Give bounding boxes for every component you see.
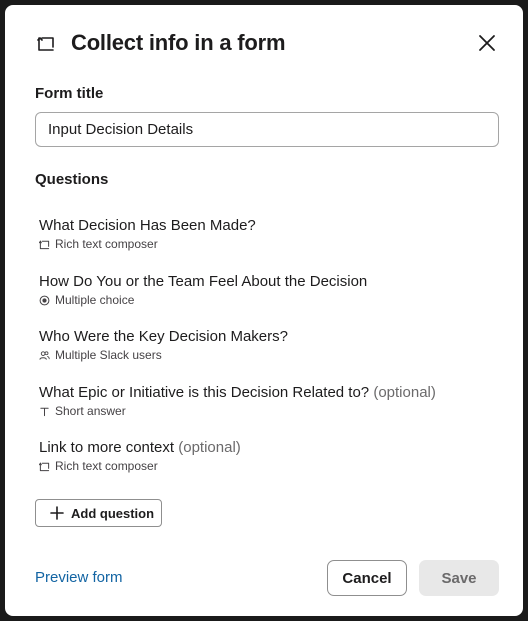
cancel-button[interactable]: Cancel <box>327 560 407 596</box>
add-question-button[interactable]: Add question <box>35 499 162 527</box>
question-item[interactable]: Who Were the Key Decision Makers? Multip… <box>39 328 503 362</box>
text-icon <box>40 407 49 416</box>
modal-header: Collect info in a form <box>35 30 499 57</box>
form-title-label: Form title <box>35 85 104 102</box>
preview-form-link[interactable]: Preview form <box>35 569 123 586</box>
close-icon[interactable] <box>475 31 499 55</box>
question-item[interactable]: What Decision Has Been Made? Rich text c… <box>39 217 503 251</box>
question-title: What Epic or Initiative is this Decision… <box>39 384 370 401</box>
question-title: What Decision Has Been Made? <box>39 217 256 234</box>
add-question-label: Add question <box>71 505 155 521</box>
question-type: Rich text composer <box>55 237 158 251</box>
form-title-input[interactable] <box>35 112 499 147</box>
question-type: Short answer <box>55 404 126 418</box>
form-icon <box>37 37 54 51</box>
rich-text-icon <box>39 461 50 471</box>
form-modal: Collect info in a form Form title Questi… <box>5 5 523 616</box>
question-item[interactable]: What Epic or Initiative is this Decision… <box>39 384 503 418</box>
questions-label: Questions <box>35 171 109 188</box>
modal-title: Collect info in a form <box>71 30 286 55</box>
users-icon <box>39 350 50 360</box>
plus-icon <box>50 506 64 520</box>
question-title: Who Were the Key Decision Makers? <box>39 328 288 345</box>
question-type: Multiple Slack users <box>55 348 162 362</box>
save-button[interactable]: Save <box>419 560 499 596</box>
question-title: How Do You or the Team Feel About the De… <box>39 273 368 290</box>
question-item[interactable]: Link to more context (optional) Rich tex… <box>39 439 503 473</box>
window-frame: Collect info in a form Form title Questi… <box>0 0 528 621</box>
question-title: Link to more context <box>39 439 175 456</box>
question-item[interactable]: How Do You or the Team Feel About the De… <box>39 273 503 307</box>
question-optional-tag: (optional) <box>178 439 241 456</box>
radio-icon <box>39 295 50 305</box>
question-type: Rich text composer <box>55 459 158 473</box>
question-optional-tag: (optional) <box>373 384 436 401</box>
question-type: Multiple choice <box>55 293 135 307</box>
rich-text-icon <box>39 239 50 249</box>
